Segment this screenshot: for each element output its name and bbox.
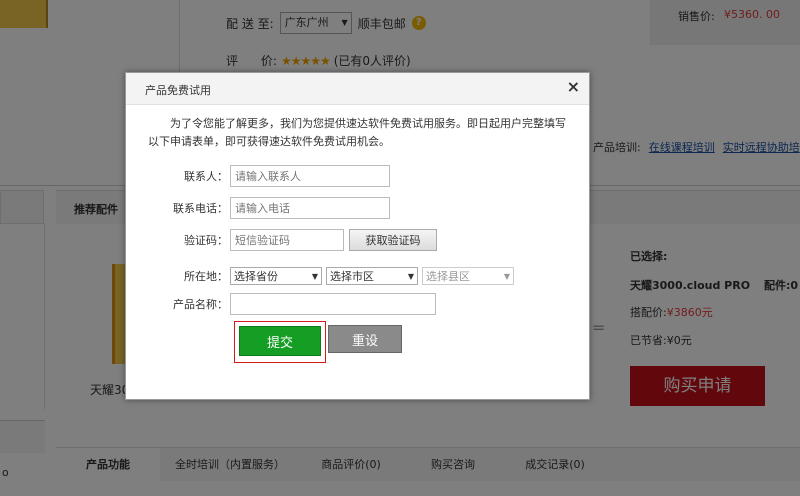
city-select[interactable]: 选择市区 ▼ <box>326 267 418 285</box>
product-row: 产品名称： <box>126 293 436 315</box>
phone-label: 联系电话： <box>173 202 228 215</box>
contact-label: 联系人： <box>184 170 228 183</box>
contact-input[interactable] <box>230 165 390 187</box>
location-row: 所在地： 选择省份 ▼ 选择市区 ▼ 选择县区 ▼ <box>126 267 518 285</box>
district-value: 选择县区 <box>426 270 470 283</box>
get-code-button[interactable]: 获取验证码 <box>349 229 437 251</box>
location-label: 所在地： <box>184 270 228 283</box>
chevron-down-icon: ▼ <box>503 271 510 281</box>
reset-button[interactable]: 重设 <box>328 325 402 353</box>
submit-highlight: 提交 <box>234 321 326 363</box>
province-select[interactable]: 选择省份 ▼ <box>230 267 322 285</box>
chevron-down-icon: ▼ <box>311 271 318 281</box>
submit-button[interactable]: 提交 <box>239 326 321 356</box>
free-trial-dialog: 产品免费试用 × 为了令您能了解更多，我们为您提供速达软件免费试用服务。即日起用… <box>125 72 590 400</box>
district-select[interactable]: 选择县区 ▼ <box>422 267 514 285</box>
code-label: 验证码： <box>184 234 228 247</box>
product-label: 产品名称： <box>173 298 228 311</box>
city-value: 选择市区 <box>330 270 374 283</box>
dialog-header: 产品免费试用 × <box>126 73 589 105</box>
code-row: 验证码： 获取验证码 <box>126 229 437 251</box>
close-icon[interactable]: × <box>567 78 580 96</box>
contact-row: 联系人： <box>126 165 390 187</box>
dialog-title: 产品免费试用 <box>145 84 211 97</box>
chevron-down-icon: ▼ <box>407 271 414 281</box>
product-name-input[interactable] <box>230 293 436 315</box>
province-value: 选择省份 <box>234 270 278 283</box>
phone-input[interactable] <box>230 197 390 219</box>
dialog-intro: 为了令您能了解更多，我们为您提供速达软件免费试用服务。即日起用户完整填写以下申请… <box>148 117 566 148</box>
phone-row: 联系电话： <box>126 197 390 219</box>
sms-code-input[interactable] <box>230 229 344 251</box>
